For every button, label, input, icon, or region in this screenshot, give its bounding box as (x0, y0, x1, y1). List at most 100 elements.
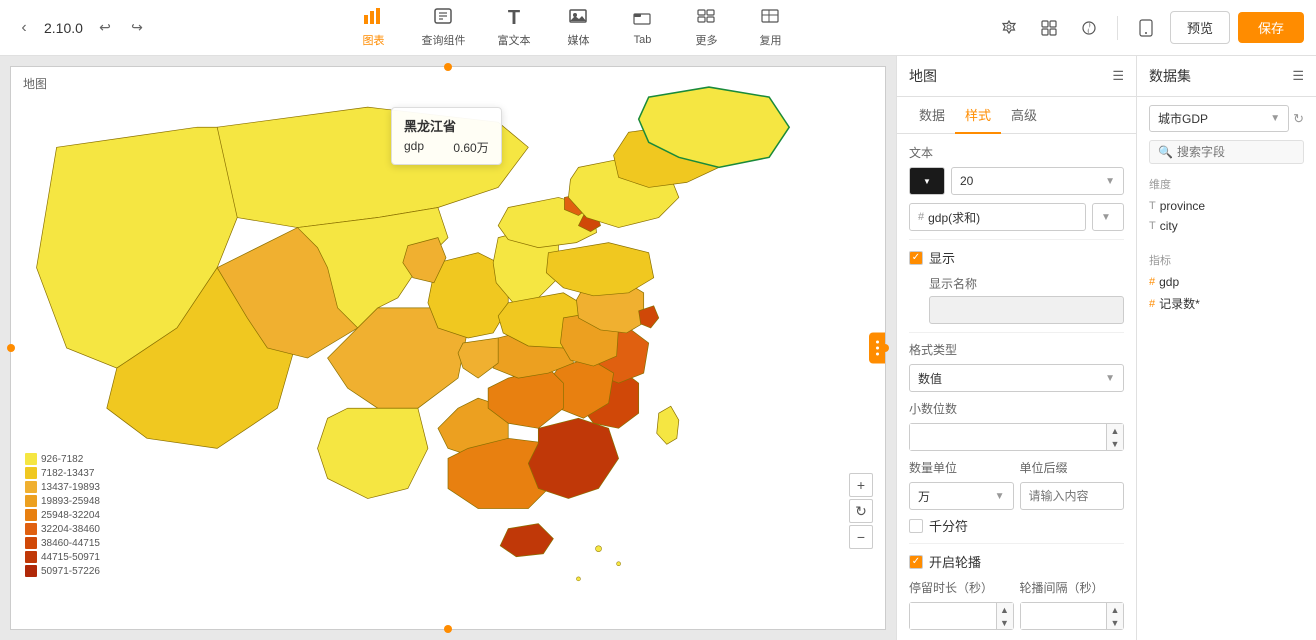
dataset-refresh-icon[interactable]: ↻ (1293, 111, 1304, 127)
toolbar-chart[interactable]: 图表 (345, 3, 401, 52)
legend-range: 7182-13437 (41, 468, 94, 479)
city-type-icon: T (1149, 220, 1156, 232)
preview-button[interactable]: 预览 (1170, 11, 1230, 44)
unit-value: 万 (918, 488, 930, 505)
toolbar-more[interactable]: 更多 (678, 3, 734, 52)
settings-icon-btn[interactable] (993, 12, 1025, 44)
dataset-selector-arrow: ▼ (1270, 113, 1280, 124)
top-bar: ‹ 2.10.0 ↩ ↪ 图表 查询组件 T 富文本 媒体 (0, 0, 1316, 56)
display-name-subsection: 显示名称 (929, 275, 1124, 324)
map-container[interactable]: 黑龙江省 gdp 0.60万 926-71827182-1343713437-1… (11, 67, 885, 629)
dataset-selector[interactable]: 城市GDP ▼ (1149, 105, 1289, 132)
tab-advanced[interactable]: 高级 (1001, 97, 1047, 134)
metric-count: # 记录数* (1149, 292, 1304, 315)
stay-up[interactable]: ▲ (997, 603, 1013, 616)
resize-handle-bottom[interactable] (444, 625, 452, 633)
interval-down[interactable]: ▼ (1107, 616, 1123, 629)
legend-color (25, 495, 37, 507)
carousel-check-icon: ✓ (912, 556, 920, 567)
field-dropdown-arrow: ▼ (1101, 212, 1111, 223)
richtext-icon: T (508, 7, 520, 30)
font-size-arrow: ▼ (1105, 176, 1115, 187)
dimension-section: 维度 T province T city (1137, 172, 1316, 240)
font-color-picker[interactable]: ▼ (909, 167, 945, 195)
dataset-name: 城市GDP (1158, 110, 1266, 127)
layout-icon-btn[interactable] (1033, 12, 1065, 44)
decimal-input[interactable]: 2 (910, 424, 1106, 450)
toolbar-media[interactable]: 媒体 (550, 3, 606, 52)
redo-button[interactable]: ↪ (123, 14, 151, 42)
handle-dot-1 (876, 341, 879, 344)
map-panel-menu-icon[interactable]: ☰ (1112, 68, 1124, 84)
field-select[interactable]: # gdp(求和) (909, 203, 1086, 231)
toolbar-richtext[interactable]: T 富文本 (485, 3, 542, 52)
more-icon (696, 7, 716, 30)
resize-handle-left[interactable] (7, 344, 15, 352)
count-type-icon: # (1149, 298, 1155, 310)
legend-range: 44715-50971 (41, 552, 100, 563)
map-legend: 926-71827182-1343713437-1989319893-25948… (25, 453, 100, 579)
undo-redo-group: ↩ ↪ (91, 14, 151, 42)
divider-1 (909, 239, 1124, 240)
show-checkbox[interactable]: ✓ (909, 251, 923, 265)
text-section-label: 文本 (909, 144, 1124, 161)
canvas-area[interactable]: 地图 (0, 56, 896, 640)
toolbar-more-label: 更多 (695, 32, 717, 48)
tab-style[interactable]: 样式 (955, 97, 1001, 134)
legend-color (25, 551, 37, 563)
decimal-down[interactable]: ▼ (1107, 437, 1123, 450)
carousel-checkbox[interactable]: ✓ (909, 555, 923, 569)
interval-input[interactable]: 0 (1021, 603, 1107, 629)
version-label: 2.10.0 (44, 20, 83, 36)
unit-suffix-input[interactable] (1020, 482, 1125, 510)
mobile-view-btn[interactable] (1130, 12, 1162, 44)
save-button[interactable]: 保存 (1238, 12, 1304, 43)
city-field-name: city (1160, 219, 1178, 233)
font-size-select[interactable]: 20 ▼ (951, 167, 1124, 195)
field-dropdown[interactable]: ▼ (1092, 203, 1124, 231)
unit-select[interactable]: 万 ▼ (909, 482, 1014, 510)
format-type-row: 数值 ▼ (909, 364, 1124, 392)
decimal-spinners: ▲ ▼ (1106, 424, 1123, 450)
dataset-menu-icon[interactable]: ☰ (1292, 68, 1304, 84)
undo-button[interactable]: ↩ (91, 14, 119, 42)
dimension-province: T province (1149, 196, 1304, 216)
map-panel-title: 地图 (909, 66, 937, 86)
refresh-button[interactable]: ↻ (849, 499, 873, 523)
back-button[interactable]: ‹ (12, 16, 36, 40)
china-map (11, 67, 885, 629)
toolbar-query[interactable]: 查询组件 (409, 3, 477, 52)
display-name-input[interactable] (929, 296, 1124, 324)
handle-dot-3 (876, 353, 879, 356)
dataset-selector-row: 城市GDP ▼ ↻ (1137, 97, 1316, 136)
toolbar-reuse[interactable]: 复用 (742, 3, 798, 52)
tab-data[interactable]: 数据 (909, 97, 955, 134)
field-label: gdp(求和) (928, 209, 980, 226)
toolbar-richtext-label: 富文本 (497, 32, 530, 48)
format-type-select[interactable]: 数值 ▼ (909, 364, 1124, 392)
zoom-out-button[interactable]: − (849, 525, 873, 549)
decimal-up[interactable]: ▲ (1107, 424, 1123, 437)
stay-down[interactable]: ▼ (997, 616, 1013, 629)
tab-icon (632, 9, 652, 32)
unit-col: 数量单位 万 ▼ (909, 459, 1014, 510)
theme-icon-btn[interactable] (1073, 12, 1105, 44)
decimal-label: 小数位数 (909, 400, 1124, 417)
dimension-label: 维度 (1149, 176, 1304, 192)
unit-select-arrow: ▼ (995, 491, 1005, 502)
dataset-header: 数据集 ☰ (1137, 56, 1316, 97)
stay-input[interactable]: 2 (910, 603, 996, 629)
interval-up[interactable]: ▲ (1107, 603, 1123, 616)
metric-section: 指标 # gdp # 记录数* (1137, 248, 1316, 319)
toolbar-tab[interactable]: Tab (614, 5, 670, 50)
toolbar-media-label: 媒体 (567, 32, 589, 48)
font-size-value: 20 (960, 174, 973, 188)
field-search-input[interactable] (1177, 145, 1295, 159)
resize-handle-top[interactable] (444, 63, 452, 71)
unit-suffix-label: 单位后缀 (1020, 459, 1125, 476)
map-panel-header: 地图 ☰ (897, 56, 1136, 97)
legend-range: 38460-44715 (41, 538, 100, 549)
side-panel-handle[interactable] (869, 333, 885, 364)
zoom-in-button[interactable]: + (849, 473, 873, 497)
thousand-checkbox[interactable] (909, 519, 923, 533)
